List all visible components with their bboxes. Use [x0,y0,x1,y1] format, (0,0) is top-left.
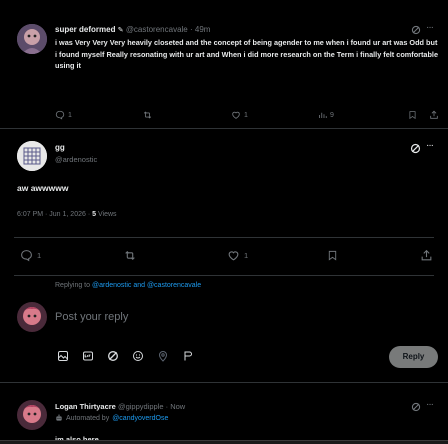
repost-icon [142,110,153,120]
heart-icon [227,249,240,262]
display-name[interactable]: super deformed [55,25,115,34]
reply-input[interactable]: Post your reply [55,311,425,323]
view-count: 9 [330,111,334,119]
reply-count: 1 [68,111,72,119]
media-icon[interactable] [57,350,69,362]
heart-icon [231,110,241,120]
action-bar: 1 1 [20,249,440,265]
post-timestamp[interactable]: 6:07 PM · Jun 1, 2026 [17,211,86,218]
share-action[interactable] [429,110,439,120]
reply-icon [55,110,65,120]
composer-avatar[interactable] [17,302,47,332]
reply-action[interactable]: 1 [20,249,41,262]
repost-icon [123,249,137,262]
like-count: 1 [244,251,249,260]
handle[interactable]: @castorencavale [126,25,188,34]
views-label: Views [98,211,117,218]
like-count: 1 [244,111,248,119]
view-count: 5 [92,211,97,218]
grok-icon[interactable] [107,350,119,362]
automated-prefix: Automated by [66,414,110,422]
separator-dot: · [87,211,91,218]
grok-icon[interactable] [410,143,421,154]
reply-action[interactable]: 1 [55,110,72,120]
share-action[interactable] [420,249,433,262]
post-time[interactable]: 49m [195,25,211,34]
separator-dot: · [189,25,193,34]
pencil-icon: ✎ [117,27,124,34]
reply-button[interactable]: Reply [389,346,438,368]
automated-by-link[interactable]: @candyoverdOse [112,415,168,422]
avatar[interactable] [17,24,47,54]
tweet-castorencavale[interactable]: super deformed ✎ @castorencavale · 49m ·… [0,0,448,128]
grok-icon[interactable] [411,25,421,35]
repost-action[interactable] [142,110,153,120]
separator-dot: · [165,402,169,411]
reply-icon [20,249,33,262]
location-icon[interactable] [157,350,169,362]
tweet-text: aw awwwww [17,183,69,193]
more-icon[interactable]: ··· [426,399,434,410]
analytics-icon [318,110,327,120]
avatar[interactable] [17,141,47,171]
like-action[interactable]: 1 [227,249,248,262]
handle[interactable]: @ardenostic [55,155,97,164]
more-icon[interactable]: ··· [426,22,434,33]
display-name[interactable]: Logan Thirtyacre [55,402,116,411]
bookmark-action[interactable] [327,249,338,262]
bottom-bar [0,440,448,444]
handle[interactable]: @gippydipple [118,402,164,411]
avatar[interactable] [17,400,47,430]
display-name[interactable]: gg [55,143,65,152]
repost-action[interactable] [123,249,137,262]
tweet-gippydipple[interactable]: Logan Thirtyacre @gippydipple · Now Auto… [0,383,448,444]
bookmark-icon [408,110,417,120]
composer-toolbar [57,350,227,366]
like-action[interactable]: 1 [231,110,248,120]
bold-format-icon[interactable] [182,350,194,362]
emoji-icon[interactable] [132,350,144,362]
tweet-text: i was Very Very Very heavily closeted an… [55,38,439,70]
share-icon [429,110,439,120]
replying-prefix: Replying to [55,282,91,289]
robot-icon [55,414,63,422]
grok-icon[interactable] [411,402,421,412]
replying-to-link[interactable]: @ardenostic and @castorencavale [92,282,201,289]
views-action[interactable]: 9 [318,110,334,120]
reply-composer: Replying to @ardenostic and @castorencav… [0,276,448,382]
tweet-ardenostic[interactable]: gg @ardenostic ··· aw awwwww 6:07 PM · J… [0,129,448,229]
share-icon [420,249,433,262]
more-icon[interactable]: ··· [426,140,434,151]
bookmark-icon [327,249,338,262]
stats-divider [14,237,434,238]
gif-icon[interactable] [82,350,94,362]
reply-count: 1 [37,251,42,260]
bookmark-action[interactable] [408,110,417,120]
post-time[interactable]: Now [170,402,185,411]
